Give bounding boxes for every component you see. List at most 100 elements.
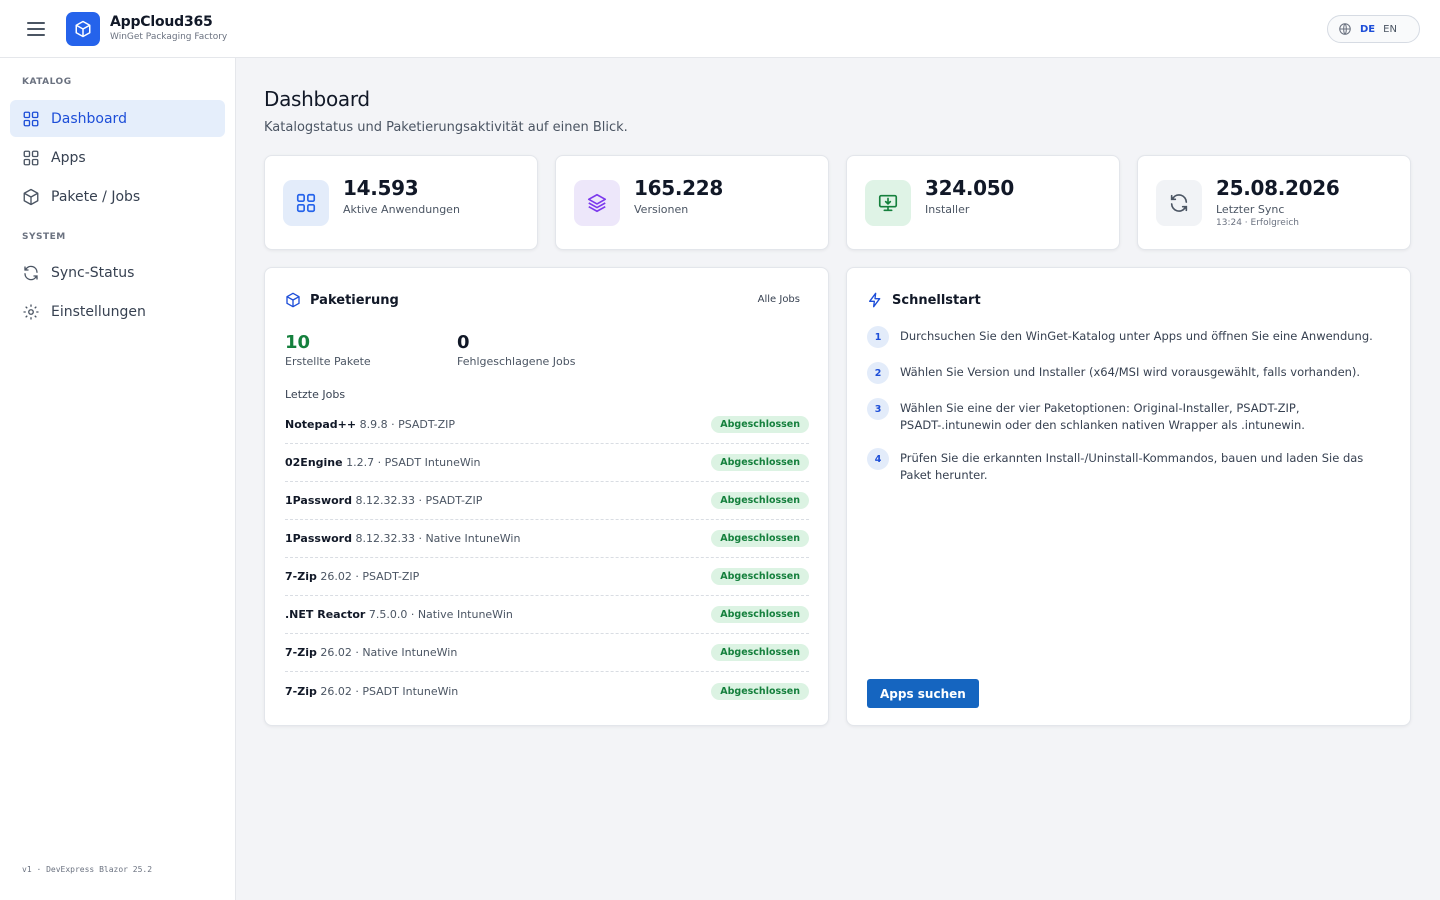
status-badge: Abgeschlossen <box>711 644 809 661</box>
recent-jobs-list: Notepad++ 8.9.8 · PSADT-ZIP Abgeschlosse… <box>285 406 809 710</box>
packaging-title-text: Paketierung <box>310 292 399 308</box>
status-badge: Abgeschlossen <box>711 682 809 700</box>
job-detail: 26.02 · PSADT-ZIP <box>320 570 420 583</box>
apps-grid-icon <box>283 180 329 226</box>
job-row[interactable]: .NET Reactor 7.5.0.0 · Native IntuneWin … <box>285 596 809 634</box>
job-detail: 1.2.7 · PSADT IntuneWin <box>346 456 481 469</box>
sidebar-item-einstellungen[interactable]: Einstellungen <box>10 293 225 330</box>
job-row[interactable]: 7-Zip 26.02 · PSADT-ZIP Abgeschlossen <box>285 558 809 596</box>
job-row[interactable]: 7-Zip 26.02 · Native IntuneWin Abgeschlo… <box>285 634 809 672</box>
sidebar: KATALOG Dashboard Apps Pakete / Jobs SYS… <box>0 58 236 900</box>
created-packages-label: Erstellte Pakete <box>285 355 371 368</box>
recent-jobs-label: Letzte Jobs <box>285 388 346 401</box>
stat-label: Letzter Sync <box>1216 203 1285 216</box>
status-badge: Abgeschlossen <box>711 568 809 585</box>
job-detail: 26.02 · PSADT IntuneWin <box>320 684 459 698</box>
app-name: AppCloud365 <box>110 14 213 30</box>
package-icon <box>23 188 39 205</box>
step-number: 1 <box>867 326 889 348</box>
sidebar-item-dashboard[interactable]: Dashboard <box>10 100 225 137</box>
monitor-download-icon <box>865 180 911 226</box>
sidebar-item-label: Dashboard <box>51 110 127 127</box>
job-row[interactable]: 02Engine 1.2.7 · PSADT IntuneWin Abgesch… <box>285 444 809 482</box>
refresh-icon <box>24 265 38 280</box>
stat-label: Installer <box>925 203 970 216</box>
layers-icon <box>574 180 620 226</box>
refresh-icon <box>1156 180 1202 226</box>
sidebar-item-label: Einstellungen <box>51 303 146 320</box>
status-badge: Abgeschlossen <box>711 416 809 433</box>
step-text: Wählen Sie eine der vier Paketoptionen: … <box>900 401 1305 432</box>
hamburger-menu-icon[interactable] <box>24 18 48 40</box>
sidebar-section-system: SYSTEM <box>22 232 66 242</box>
job-detail: 26.02 · Native IntuneWin <box>320 646 458 659</box>
packaging-card: Paketierung Alle Jobs 10 Erstellte Paket… <box>264 267 829 726</box>
stat-value: 165.228 <box>634 176 723 200</box>
stat-card-installer: 324.050 Installer <box>846 155 1120 250</box>
lightning-icon <box>869 292 881 308</box>
stat-value: 324.050 <box>925 176 1014 200</box>
job-name: 1Password <box>285 532 352 545</box>
job-name: 02Engine <box>285 456 343 469</box>
job-detail: 8.9.8 · PSADT-ZIP <box>359 418 455 431</box>
status-badge: Abgeschlossen <box>711 492 809 509</box>
step-text: Prüfen Sie die erkannten Install-/Uninst… <box>900 451 1364 482</box>
sidebar-item-pakete-jobs[interactable]: Pakete / Jobs <box>10 178 225 215</box>
app-subtitle: WinGet Packaging Factory <box>110 32 228 42</box>
step-number: 4 <box>867 448 889 470</box>
app-logo <box>66 12 100 46</box>
gear-icon <box>23 304 39 319</box>
sync-status-detail: 13:24 · Erfolgreich <box>1216 218 1299 228</box>
sidebar-section-katalog: KATALOG <box>22 77 72 87</box>
job-row[interactable]: 1Password 8.12.32.33 · Native IntuneWin … <box>285 520 809 558</box>
language-de-button[interactable]: DE <box>1360 24 1375 35</box>
step-number: 3 <box>867 398 889 420</box>
quickstart-steps: 1 Durchsuchen Sie den WinGet-Katalog unt… <box>867 326 1377 498</box>
quickstart-step: 2 Wählen Sie Version und Installer (x64/… <box>867 362 1377 384</box>
search-apps-button[interactable]: Apps suchen <box>867 679 979 708</box>
step-number: 2 <box>867 362 889 384</box>
stat-value: 14.593 <box>343 176 419 200</box>
language-switcher: DE EN <box>1327 15 1420 43</box>
job-name: .NET Reactor <box>285 608 366 621</box>
step-text: Durchsuchen Sie den WinGet-Katalog unter… <box>900 329 1373 343</box>
failed-jobs-count: 0 <box>457 332 470 353</box>
job-name: Notepad++ <box>285 418 357 431</box>
job-detail: 8.12.32.33 · Native IntuneWin <box>355 532 521 545</box>
job-name: 7-Zip <box>285 570 317 583</box>
job-row[interactable]: Notepad++ 8.9.8 · PSADT-ZIP Abgeschlosse… <box>285 406 809 444</box>
apps-grid-icon <box>23 150 39 165</box>
job-row[interactable]: 1Password 8.12.32.33 · PSADT-ZIP Abgesch… <box>285 482 809 520</box>
job-detail: 8.12.32.33 · PSADT-ZIP <box>355 494 483 507</box>
stat-value: 25.08.2026 <box>1216 176 1340 200</box>
sidebar-item-apps[interactable]: Apps <box>10 139 225 176</box>
sidebar-item-sync-status[interactable]: Sync-Status <box>10 254 225 291</box>
all-jobs-link[interactable]: Alle Jobs <box>758 294 800 305</box>
quickstart-card: Schnellstart 1 Durchsuchen Sie den WinGe… <box>846 267 1411 726</box>
version-footer: v1 · DevExpress Blazor 25.2 <box>22 865 153 874</box>
sidebar-item-label: Sync-Status <box>51 264 135 281</box>
stat-label: Versionen <box>634 203 689 216</box>
stat-card-active-apps: 14.593 Aktive Anwendungen <box>264 155 538 250</box>
sidebar-item-label: Apps <box>51 149 86 166</box>
job-row[interactable]: 7-Zip 26.02 · PSADT IntuneWin Abgeschlos… <box>285 672 809 710</box>
page-subtitle: Katalogstatus und Paketierungsaktivität … <box>264 120 628 135</box>
created-packages-count: 10 <box>285 332 311 353</box>
status-badge: Abgeschlossen <box>711 454 809 471</box>
quickstart-step: 4 Prüfen Sie die erkannten Install-/Unin… <box>867 448 1377 484</box>
quickstart-step: 1 Durchsuchen Sie den WinGet-Katalog unt… <box>867 326 1377 348</box>
quickstart-title: Schnellstart <box>867 292 981 308</box>
sidebar-item-label: Pakete / Jobs <box>51 188 141 205</box>
top-bar: AppCloud365 WinGet Packaging Factory DE … <box>0 0 1440 58</box>
job-name: 7-Zip <box>285 684 317 698</box>
grid-icon <box>23 111 39 126</box>
stat-card-versions: 165.228 Versionen <box>555 155 829 250</box>
language-en-button[interactable]: EN <box>1383 24 1397 35</box>
packaging-title: Paketierung <box>285 292 399 308</box>
package-icon <box>286 292 300 308</box>
job-name: 1Password <box>285 494 352 507</box>
quickstart-title-text: Schnellstart <box>892 292 981 308</box>
package-cube-icon <box>75 20 91 38</box>
job-detail: 7.5.0.0 · Native IntuneWin <box>368 608 513 621</box>
stat-card-last-sync: 25.08.2026 Letzter Sync 13:24 · Erfolgre… <box>1137 155 1411 250</box>
